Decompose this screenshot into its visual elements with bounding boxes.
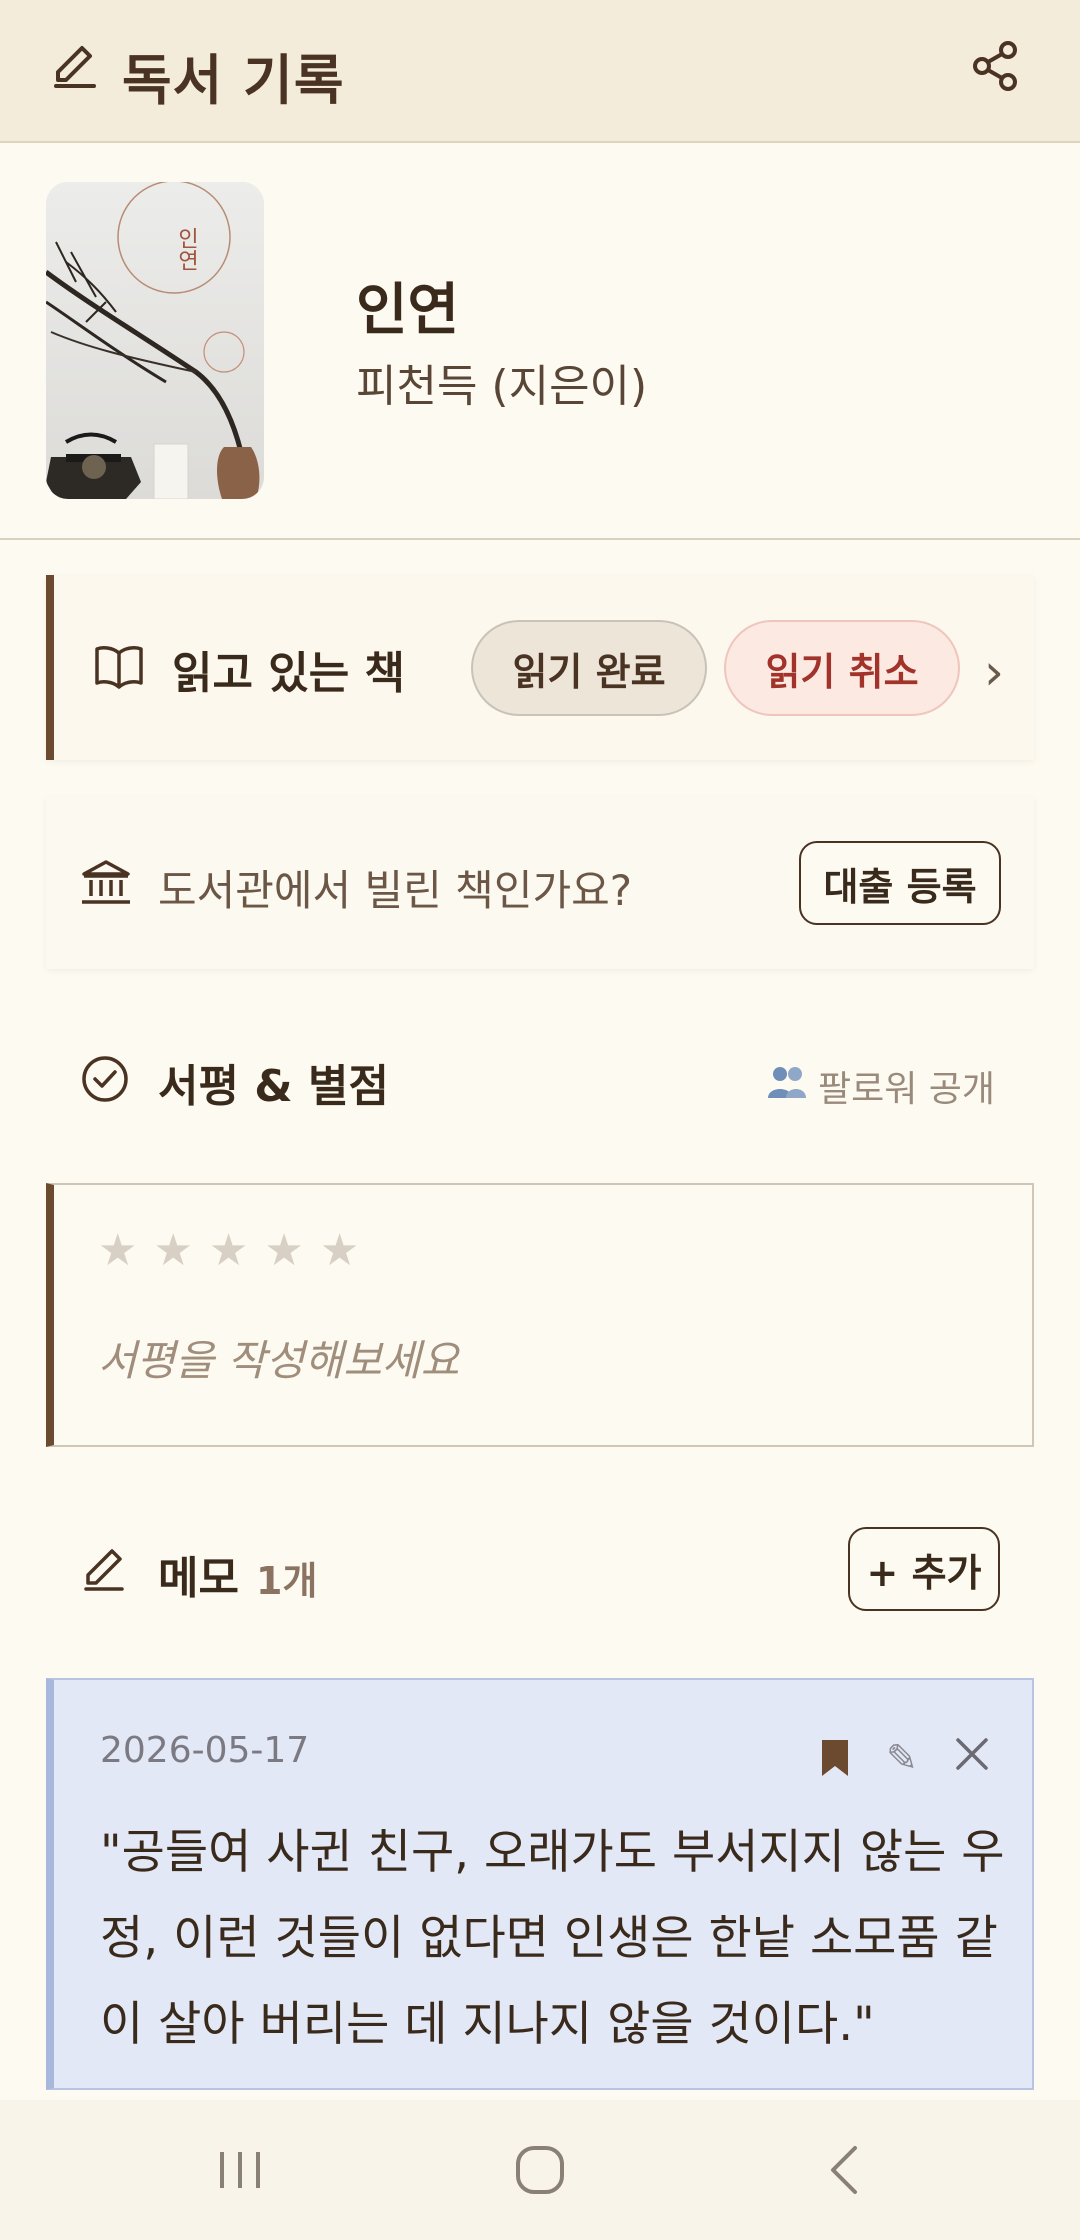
finish-reading-button[interactable]: 읽기 완료 <box>471 620 707 716</box>
add-memo-button[interactable]: + 추가 <box>848 1527 1000 1611</box>
star-icon[interactable]: ★ <box>153 1225 192 1276</box>
library-icon <box>82 860 130 904</box>
recent-apps-icon[interactable] <box>210 2142 270 2198</box>
memo-text: "공들여 사귄 친구, 오래가도 부서지지 않는 우정, 이런 것들이 없다면 … <box>100 1825 1005 2052</box>
share-icon[interactable] <box>968 38 1024 94</box>
star-icon[interactable]: ★ <box>264 1225 303 1276</box>
system-nav-bar <box>0 2100 1080 2240</box>
star-icon[interactable]: ★ <box>320 1225 359 1276</box>
star-icon[interactable]: ★ <box>209 1225 248 1276</box>
book-open-icon <box>95 646 143 689</box>
close-icon[interactable] <box>952 1734 992 1774</box>
cancel-reading-button[interactable]: 읽기 취소 <box>724 620 960 716</box>
memo-section-header: 메모 1개 + 추가 <box>0 1525 1080 1615</box>
star-rating[interactable]: ★ ★ ★ ★ ★ <box>98 1225 359 1276</box>
chevron-right-icon[interactable]: › <box>984 643 1004 701</box>
edit-memo-icon[interactable]: ✎ <box>886 1736 918 1780</box>
reading-status-card: 읽고 있는 책 읽기 완료 읽기 취소 › <box>46 575 1034 760</box>
people-icon <box>766 1064 808 1109</box>
memo-label: 메모 <box>158 1553 239 1604</box>
review-section-header: 서평 & 별점 팔로워 공개 <box>0 1040 1080 1120</box>
reading-status-label: 읽고 있는 책 <box>172 648 406 699</box>
check-circle-icon <box>82 1056 128 1102</box>
cover-title-text: 인연 <box>174 227 199 271</box>
memo-count: 1개 <box>256 1559 318 1603</box>
home-icon[interactable] <box>510 2142 570 2198</box>
visibility-selector[interactable]: 팔로워 공개 <box>766 1060 995 1112</box>
book-author: 피천득 (지은이) <box>356 361 648 412</box>
back-icon[interactable] <box>815 2142 875 2198</box>
edit-icon <box>54 46 96 88</box>
app-header: 독서 기록 <box>0 0 1080 143</box>
register-loan-button[interactable]: 대출 등록 <box>799 841 1001 925</box>
star-icon[interactable]: ★ <box>98 1225 137 1276</box>
review-placeholder[interactable]: 서평을 작성해보세요 <box>98 1327 459 1388</box>
memo-date: 2026-05-17 <box>100 1730 310 1771</box>
bookmark-icon[interactable] <box>820 1738 850 1778</box>
book-info: 인연 인연 피천득 (지은이) <box>0 145 1080 540</box>
memo-card[interactable]: 2026-05-17 ✎ "공들여 사귄 친구, 오래가도 부서지지 않는 우정… <box>46 1678 1034 2090</box>
pencil-icon <box>84 1549 124 1591</box>
visibility-label: 팔로워 공개 <box>818 1069 996 1110</box>
book-cover-image[interactable]: 인연 <box>46 182 264 499</box>
library-card: 도서관에서 빌린 책인가요? 대출 등록 <box>46 797 1034 969</box>
review-label: 서평 & 별점 <box>158 1061 389 1112</box>
library-question: 도서관에서 빌린 책인가요? <box>158 866 633 915</box>
review-editor[interactable]: ★ ★ ★ ★ ★ 서평을 작성해보세요 <box>46 1183 1034 1447</box>
page-title: 독서 기록 <box>122 49 345 112</box>
book-title: 인연 <box>356 278 460 343</box>
